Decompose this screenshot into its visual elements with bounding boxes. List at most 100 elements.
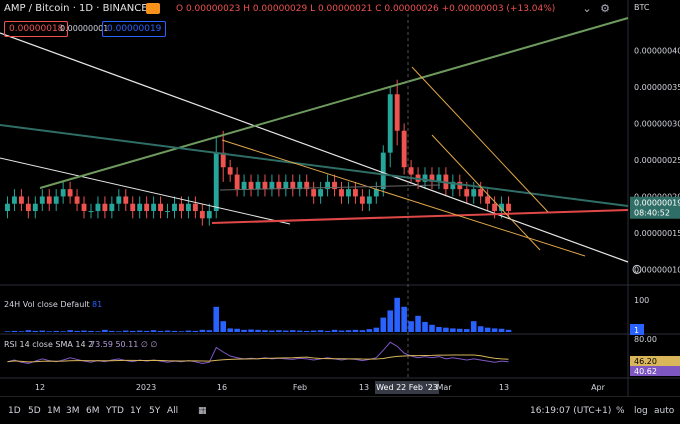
sell-button[interactable]: 0.00000018 — [4, 21, 69, 37]
volume-bar — [25, 330, 32, 332]
volume-bar — [324, 330, 331, 332]
volume-bar — [380, 317, 387, 332]
tf-6m[interactable]: 6M — [86, 406, 100, 416]
volume-bar — [171, 330, 178, 332]
volume-bar — [60, 331, 66, 332]
volume-bar — [394, 297, 400, 332]
tf-1d[interactable]: 1D — [8, 406, 21, 416]
tf-5d[interactable]: 5D — [28, 406, 41, 416]
price-tick-label: 0.00000040 — [634, 46, 680, 55]
volume-bar — [345, 330, 352, 332]
candle-body — [123, 196, 129, 204]
calendar-icon[interactable]: ▦ — [198, 406, 207, 416]
volume-bar — [373, 327, 380, 332]
candle-body — [346, 189, 351, 197]
candle-body — [387, 94, 393, 153]
candle-body — [255, 181, 261, 190]
time-tick-label: 16 — [217, 383, 227, 392]
symbol-title[interactable]: AMP / Bitcoin · 1D · BINANCE — [4, 3, 148, 14]
volume-bar — [116, 331, 122, 332]
candle-body — [394, 94, 400, 131]
price-tick-label: 0.00000035 — [634, 83, 680, 92]
candle-body — [248, 181, 254, 190]
clock-readout[interactable]: 16:19:07 (UTC+1) — [530, 406, 611, 416]
time-tick-label: Feb — [293, 383, 307, 392]
candle-body — [339, 189, 344, 197]
candle-body — [492, 203, 498, 212]
tf-ytd[interactable]: YTD — [106, 406, 124, 416]
tf-1y[interactable]: 1Y — [130, 406, 141, 416]
time-tick-label: 13 — [499, 383, 509, 392]
candle-body — [179, 203, 184, 212]
volume-bar — [422, 321, 428, 332]
volume-bar — [109, 330, 115, 332]
settings-icon[interactable]: ⚙ — [598, 2, 612, 16]
time-tick-label: 12 — [35, 383, 45, 392]
tf-5y[interactable]: 5Y — [149, 406, 160, 416]
rsi-ma-line — [7, 354, 509, 363]
volume-bar — [276, 330, 282, 332]
time-tick-label: Apr — [591, 383, 606, 392]
auto-toggle[interactable]: auto — [654, 406, 674, 416]
chevron-down-icon[interactable]: ⌄ — [580, 2, 594, 16]
candle-body — [311, 189, 317, 197]
bottom-toolbar: 1D 5D 1M 3M 6M YTD 1Y 5Y All ▦ 16:19:07 … — [0, 396, 680, 424]
rsi-ma-label: 40.62 — [634, 367, 657, 376]
candle-body — [366, 196, 372, 204]
volume-bar — [269, 330, 275, 332]
crosshair-date-label: Wed 22 Feb '23 — [376, 383, 438, 392]
candle-body — [102, 203, 108, 212]
candle-body — [380, 152, 386, 190]
buy-button[interactable]: 0.00000019 — [102, 21, 167, 37]
candle-body — [352, 189, 358, 197]
tf-3m[interactable]: 3M — [66, 406, 80, 416]
rsi-value-label: 46.20 — [634, 357, 657, 366]
candle-body — [137, 203, 143, 212]
candle-body — [213, 152, 219, 212]
volume-bar — [470, 321, 477, 332]
candle-body — [12, 196, 17, 204]
volume-bar — [366, 329, 373, 332]
candle-body — [276, 181, 282, 190]
candle-body — [408, 167, 414, 175]
volume-bar — [498, 328, 505, 332]
percent-toggle[interactable]: % — [616, 406, 625, 416]
candle-body — [53, 196, 59, 204]
candle-body — [206, 211, 212, 219]
price-tick-label: 0.00000025 — [634, 156, 680, 165]
countdown-label: 08:40:52 — [634, 209, 670, 218]
volume-bar — [46, 331, 53, 332]
volume-bar — [450, 328, 456, 332]
volume-bar — [185, 330, 192, 332]
ohlc-readout: O 0.00000023 H 0.00000029 L 0.00000021 C… — [176, 4, 556, 14]
candle-body — [144, 203, 150, 212]
volume-bar — [157, 330, 164, 332]
trendline-green — [39, 17, 629, 189]
candle-body — [165, 211, 170, 213]
chart-canvas[interactable]: 0.00000040 0.00000035 0.00000030 0.00000025… — [0, 0, 680, 423]
candle-body — [227, 167, 233, 175]
currency-tag[interactable]: BTC — [634, 3, 650, 12]
volume-bar — [74, 330, 80, 332]
volume-bar — [150, 330, 157, 332]
volume-bar — [32, 330, 39, 332]
volume-bar — [352, 329, 359, 332]
volume-bar — [338, 330, 345, 332]
volume-bar — [477, 326, 484, 332]
volume-bar — [248, 329, 254, 332]
volume-bar — [505, 329, 512, 332]
candle-body — [506, 203, 511, 212]
tf-all[interactable]: All — [167, 406, 178, 416]
volume-bar — [491, 328, 498, 332]
volume-bar — [317, 330, 324, 332]
candle-body — [18, 196, 24, 204]
volume-bar — [401, 306, 407, 332]
volume-bar — [241, 329, 247, 332]
trendline-white — [0, 32, 629, 263]
candle-body — [192, 203, 198, 212]
volume-bar — [199, 329, 206, 332]
candle-body — [67, 189, 73, 197]
tf-1m[interactable]: 1M — [47, 406, 61, 416]
log-toggle[interactable]: log — [634, 406, 648, 416]
price-tick-label: 0.00000030 — [634, 119, 680, 128]
